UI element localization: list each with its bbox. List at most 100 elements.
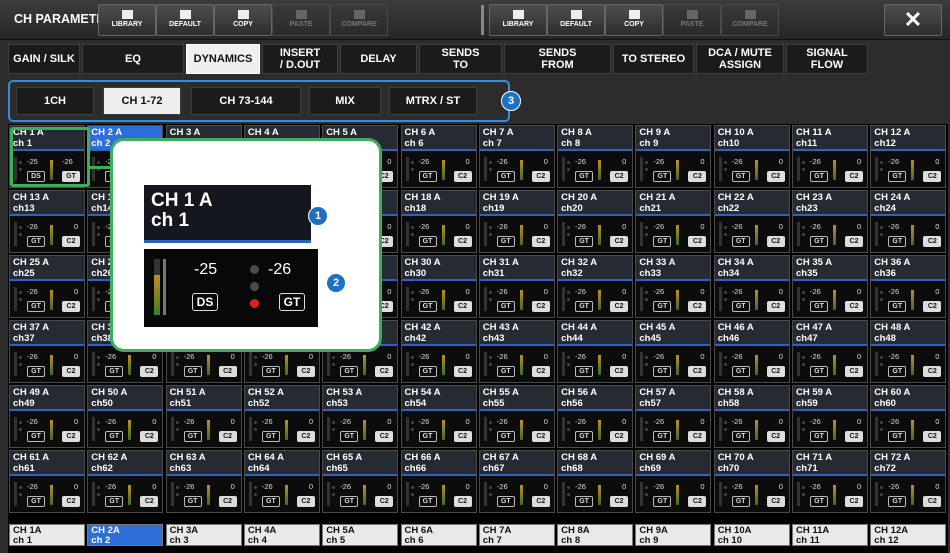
gt-button[interactable]: GT xyxy=(888,496,907,507)
channel-name[interactable]: CH 34 A ch34 xyxy=(714,256,789,281)
c2-button[interactable]: C2 xyxy=(531,301,550,312)
gt-button[interactable]: GT xyxy=(810,301,828,312)
c2-button[interactable]: C2 xyxy=(610,171,629,182)
gt-button[interactable]: GT xyxy=(261,496,280,507)
c2-button[interactable]: C2 xyxy=(766,366,785,377)
channel-name[interactable]: CH 66 A ch66 xyxy=(401,451,476,476)
page-tab-2[interactable]: CH 73-144 xyxy=(191,87,301,115)
c2-button[interactable]: C2 xyxy=(923,496,942,507)
c2-button[interactable]: C2 xyxy=(845,301,863,312)
gt-button[interactable]: GT xyxy=(575,236,594,247)
c2-button[interactable]: C2 xyxy=(531,171,550,182)
channel-cell[interactable]: CH 33 A ch33 -26 0 GT C2 xyxy=(635,255,712,318)
gt-button[interactable]: GT xyxy=(810,431,828,442)
channel-cell[interactable]: CH 35 A ch35 -26 0 GT C2 xyxy=(792,255,868,318)
c2-button[interactable]: C2 xyxy=(140,496,159,507)
gt-button[interactable]: GT xyxy=(575,171,594,182)
gt-button[interactable]: GT xyxy=(810,496,828,507)
channel-name[interactable]: CH 9 A ch 9 xyxy=(636,126,711,151)
channel-cell[interactable]: CH 71 A ch71 -26 0 GT C2 xyxy=(792,450,868,513)
gt-button[interactable]: GT xyxy=(183,496,202,507)
channel-name[interactable]: CH 47 A ch47 xyxy=(793,321,867,346)
channel-cell[interactable]: CH 52 A ch52 -26 0 GT C2 xyxy=(243,385,320,448)
strip-channel[interactable]: CH 4A ch 4 xyxy=(243,524,320,546)
strip-channel[interactable]: CH 8A ch 8 xyxy=(557,524,634,546)
gt-button[interactable]: GT xyxy=(653,366,672,377)
channel-cell[interactable]: CH 7 A ch 7 -26 0 GT C2 xyxy=(478,125,555,188)
channel-name[interactable]: CH 7 A ch 7 xyxy=(479,126,554,151)
gt-button[interactable]: GT xyxy=(731,431,750,442)
c2-button[interactable]: C2 xyxy=(610,236,629,247)
c2-button[interactable]: C2 xyxy=(766,496,785,507)
zoom-dynamics-area[interactable]: -25 -26 DS GT xyxy=(144,249,318,327)
channel-name[interactable]: CH 11 A ch11 xyxy=(793,126,867,151)
channel-name[interactable]: CH 23 A ch23 xyxy=(793,191,867,216)
channel-cell[interactable]: CH 11 A ch11 -26 0 GT C2 xyxy=(792,125,868,188)
gt-button[interactable]: GT xyxy=(810,236,828,247)
gt-button[interactable]: GT xyxy=(653,301,672,312)
gt-button[interactable]: GT xyxy=(575,366,594,377)
c2-button[interactable]: C2 xyxy=(923,366,942,377)
copy-button[interactable]: COPY xyxy=(605,4,663,36)
channel-name[interactable]: CH 61 A ch61 xyxy=(10,451,84,476)
c2-button[interactable]: C2 xyxy=(845,496,863,507)
channel-cell[interactable]: CH 70 A ch70 -26 0 GT C2 xyxy=(713,450,790,513)
gt-button[interactable]: GT xyxy=(496,171,515,182)
gt-button[interactable]: GT xyxy=(496,366,515,377)
strip-channel[interactable]: CH 1A ch 1 xyxy=(9,524,85,546)
gt-button[interactable]: GT xyxy=(105,366,124,377)
c2-button[interactable]: C2 xyxy=(453,301,472,312)
channel-cell[interactable]: CH 36 A ch36 -26 0 GT C2 xyxy=(870,255,947,318)
gt-button[interactable]: GT xyxy=(418,171,437,182)
channel-cell[interactable]: CH 69 A ch69 -26 0 GT C2 xyxy=(635,450,712,513)
channel-name[interactable]: CH 10 A ch10 xyxy=(714,126,789,151)
channel-cell[interactable]: CH 65 A ch65 -26 0 GT C2 xyxy=(322,450,399,513)
channel-cell[interactable]: CH 25 A ch25 -26 0 GT C2 xyxy=(9,255,85,318)
channel-name[interactable]: CH 72 A ch72 xyxy=(871,451,946,476)
channel-name[interactable]: CH 13 A ch13 xyxy=(10,191,84,216)
channel-cell[interactable]: CH 42 A ch42 -26 0 GT C2 xyxy=(400,320,477,383)
gt-button[interactable]: GT xyxy=(183,366,202,377)
channel-cell[interactable]: CH 66 A ch66 -26 0 GT C2 xyxy=(400,450,477,513)
c2-button[interactable]: C2 xyxy=(688,366,707,377)
channel-name[interactable]: CH 68 A ch68 xyxy=(558,451,633,476)
channel-cell[interactable]: CH 68 A ch68 -26 0 GT C2 xyxy=(557,450,634,513)
gt-button[interactable]: GT xyxy=(731,301,750,312)
tab-2[interactable]: DYNAMICS xyxy=(186,44,260,74)
gt-button[interactable]: GT xyxy=(653,171,672,182)
c2-button[interactable]: C2 xyxy=(923,301,942,312)
channel-name[interactable]: CH 54 A ch54 xyxy=(401,386,476,411)
channel-cell[interactable]: CH 6 A ch 6 -26 0 GT C2 xyxy=(400,125,477,188)
c2-button[interactable]: C2 xyxy=(453,236,472,247)
channel-cell[interactable]: CH 57 A ch57 -26 0 GT C2 xyxy=(635,385,712,448)
gt-button[interactable]: GT xyxy=(653,236,672,247)
channel-name[interactable]: CH 31 A ch31 xyxy=(479,256,554,281)
channel-name[interactable]: CH 53 A ch53 xyxy=(323,386,398,411)
channel-cell[interactable]: CH 51 A ch51 -26 0 GT C2 xyxy=(165,385,242,448)
c2-button[interactable]: C2 xyxy=(296,366,315,377)
channel-name[interactable]: CH 58 A ch58 xyxy=(714,386,789,411)
channel-cell[interactable]: CH 60 A ch60 -26 0 GT C2 xyxy=(870,385,947,448)
channel-name[interactable]: CH 24 A ch24 xyxy=(871,191,946,216)
channel-cell[interactable]: CH 44 A ch44 -26 0 GT C2 xyxy=(557,320,634,383)
gt-button[interactable]: GT xyxy=(888,431,907,442)
gt-button[interactable]: GT xyxy=(575,431,594,442)
c2-button[interactable]: C2 xyxy=(766,431,785,442)
strip-channel[interactable]: CH 5A ch 5 xyxy=(322,524,399,546)
c2-button[interactable]: C2 xyxy=(62,431,80,442)
gt-button[interactable]: GT xyxy=(810,366,828,377)
zoom-channel-name[interactable]: CH 1 A ch 1 xyxy=(144,185,311,243)
c2-button[interactable]: C2 xyxy=(923,171,942,182)
gt-button[interactable]: GT xyxy=(27,301,45,312)
strip-channel[interactable]: CH 2A ch 2 xyxy=(87,524,164,546)
channel-name[interactable]: CH 71 A ch71 xyxy=(793,451,867,476)
gt-button[interactable]: GT xyxy=(888,171,907,182)
c2-button[interactable]: C2 xyxy=(218,431,237,442)
gt-button[interactable]: GT xyxy=(653,431,672,442)
c2-button[interactable]: C2 xyxy=(688,496,707,507)
channel-cell[interactable]: CH 49 A ch49 -26 0 GT C2 xyxy=(9,385,85,448)
channel-name[interactable]: CH 52 A ch52 xyxy=(244,386,319,411)
channel-name[interactable]: CH 46 A ch46 xyxy=(714,321,789,346)
channel-name[interactable]: CH 43 A ch43 xyxy=(479,321,554,346)
channel-name[interactable]: CH 50 A ch50 xyxy=(88,386,163,411)
